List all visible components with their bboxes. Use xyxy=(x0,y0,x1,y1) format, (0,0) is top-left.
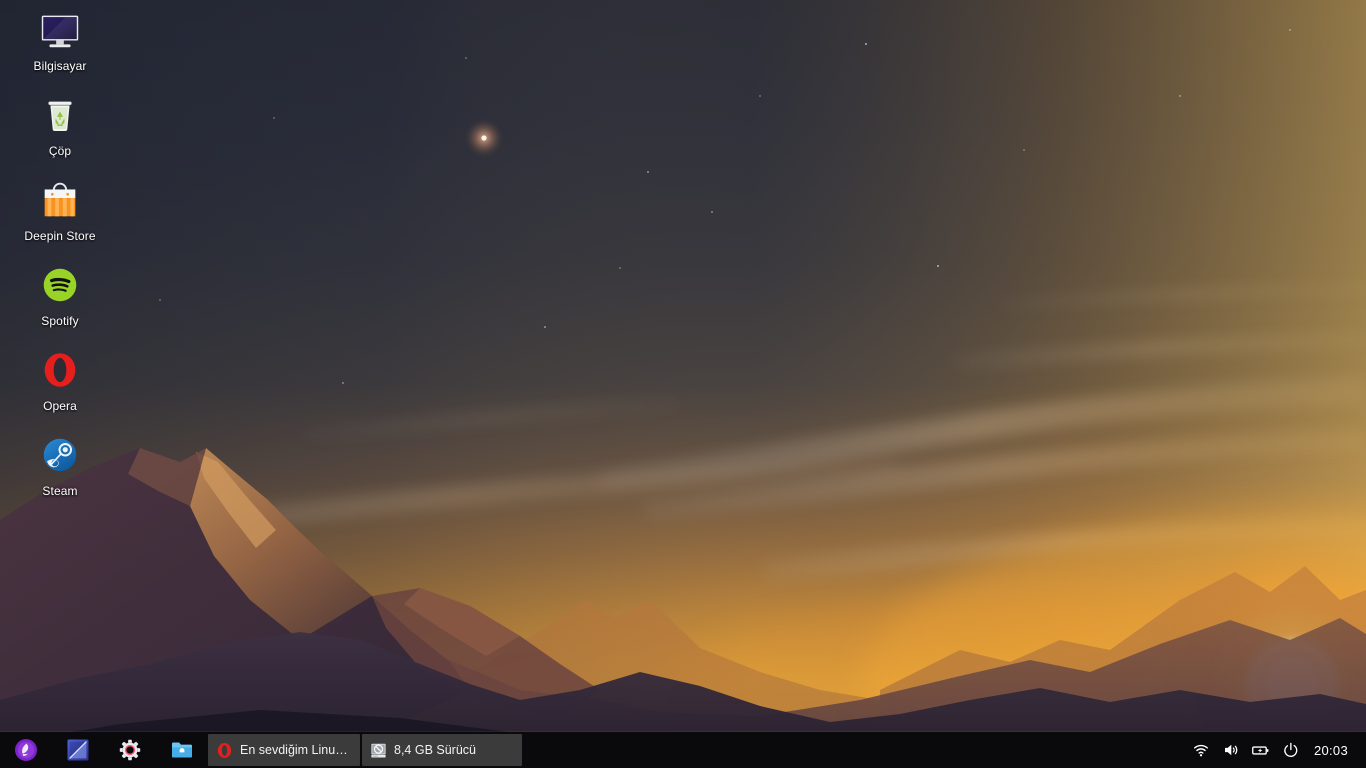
steam-icon xyxy=(36,431,84,479)
taskbar-task-list: En sevdiğim Linux sür... 8,4 GB Sürücü xyxy=(208,732,522,768)
battery-icon xyxy=(1252,745,1269,755)
disk-drive-icon xyxy=(368,740,388,760)
desktop-icon-opera[interactable]: Opera xyxy=(0,346,120,413)
desktop-icon-label: Spotify xyxy=(41,314,79,328)
trash-recycle-icon xyxy=(36,91,84,139)
task-button-opera[interactable]: En sevdiğim Linux sür... xyxy=(208,734,360,766)
app-blue-icon xyxy=(67,739,89,761)
task-button-label: 8,4 GB Sürücü xyxy=(394,743,476,757)
taskbar-launchers xyxy=(0,732,208,768)
power-icon xyxy=(1284,742,1298,758)
task-button-drive[interactable]: 8,4 GB Sürücü xyxy=(362,734,522,766)
desktop-icon-label: Opera xyxy=(43,399,77,413)
showdesktop-button[interactable] xyxy=(52,732,104,768)
opera-icon xyxy=(36,346,84,394)
taskbar: En sevdiğim Linux sür... 8,4 GB Sürücü xyxy=(0,732,1366,768)
battery-tray-button[interactable] xyxy=(1248,732,1274,768)
clock[interactable]: 20:03 xyxy=(1308,743,1356,758)
gear-icon xyxy=(119,739,141,761)
wifi-icon xyxy=(1193,744,1208,757)
task-button-label: En sevdiğim Linux sür... xyxy=(240,743,350,757)
launcher-button[interactable] xyxy=(0,732,52,768)
spotify-icon xyxy=(36,261,84,309)
desktop-icon-bilgisayar[interactable]: Bilgisayar xyxy=(0,6,120,73)
desktop-icon-deepin-store[interactable]: Deepin Store xyxy=(0,176,120,243)
filemanager-button[interactable] xyxy=(156,732,208,768)
computer-monitor-icon xyxy=(36,6,84,54)
folder-icon xyxy=(172,742,192,758)
opera-icon xyxy=(214,740,234,760)
desktop-icon-steam[interactable]: Steam xyxy=(0,431,120,498)
desktop-icon-grid: Bilgisayar Çöp Deepin Store Spotify Oper… xyxy=(0,6,120,498)
desktop-icon-spotify[interactable]: Spotify xyxy=(0,261,120,328)
shopping-bag-icon xyxy=(36,176,84,224)
deepin-launcher-icon xyxy=(15,739,37,761)
power-tray-button[interactable] xyxy=(1278,732,1304,768)
taskbar-spacer xyxy=(522,732,1188,768)
wifi-tray-button[interactable] xyxy=(1188,732,1214,768)
desktop-icon-label: Bilgisayar xyxy=(33,59,87,73)
desktop-icon-label: Steam xyxy=(42,484,78,498)
volume-tray-button[interactable] xyxy=(1218,732,1244,768)
volume-icon xyxy=(1224,744,1238,756)
desktop-icon-label: Deepin Store xyxy=(24,229,96,243)
wallpaper-star xyxy=(467,121,501,155)
desktop-icon-label: Çöp xyxy=(48,144,72,158)
system-tray: 20:03 xyxy=(1188,732,1366,768)
desktop-icon-cop[interactable]: Çöp xyxy=(0,91,120,158)
settings-button[interactable] xyxy=(104,732,156,768)
desktop-wallpaper xyxy=(0,0,1366,768)
